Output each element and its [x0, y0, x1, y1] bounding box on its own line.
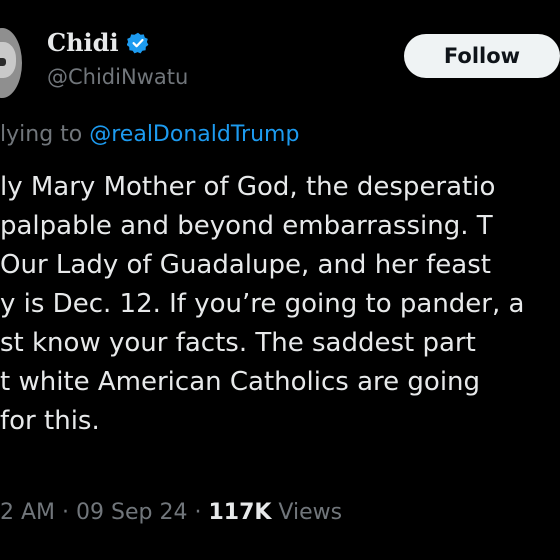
tweet-date[interactable]: 09 Sep 24: [76, 500, 187, 525]
replying-to-label: lying to: [0, 122, 83, 147]
verified-badge-icon[interactable]: [126, 32, 149, 54]
tweet-line: Our Lady of Guadalupe, and her feast: [0, 250, 491, 280]
author-name-row: Chidi: [47, 26, 149, 60]
tweet-time[interactable]: 2 AM: [0, 500, 55, 525]
tweet-text: ly Mary Mother of God, the desperatio pa…: [0, 168, 560, 441]
tweet-line: ly Mary Mother of God, the desperatio: [0, 172, 496, 202]
meta-separator: ·: [55, 500, 77, 525]
replying-to: lying to @realDonaldTrump: [0, 119, 299, 151]
views-label: Views: [271, 500, 343, 525]
avatar-glasses: [0, 58, 6, 66]
tweet-line: y is Dec. 12. If you’re going to pander,…: [0, 289, 525, 319]
tweet-line: t white American Catholics are going: [0, 367, 481, 397]
mention-link[interactable]: @realDonaldTrump: [89, 122, 299, 147]
tweet-line: palpable and beyond embarrassing. T: [0, 211, 493, 241]
avatar[interactable]: [0, 28, 22, 98]
tweet-meta: 2 AM · 09 Sep 24 · 117K Views: [0, 496, 342, 530]
tweet-line: st know your facts. The saddest part: [0, 328, 476, 358]
author-handle[interactable]: @ChidiNwatu: [47, 63, 188, 91]
author-name[interactable]: Chidi: [47, 26, 119, 60]
tweet-line: for this.: [0, 406, 100, 436]
follow-button[interactable]: Follow: [404, 34, 560, 78]
meta-separator: ·: [187, 500, 209, 525]
views-count: 117K: [208, 500, 272, 525]
